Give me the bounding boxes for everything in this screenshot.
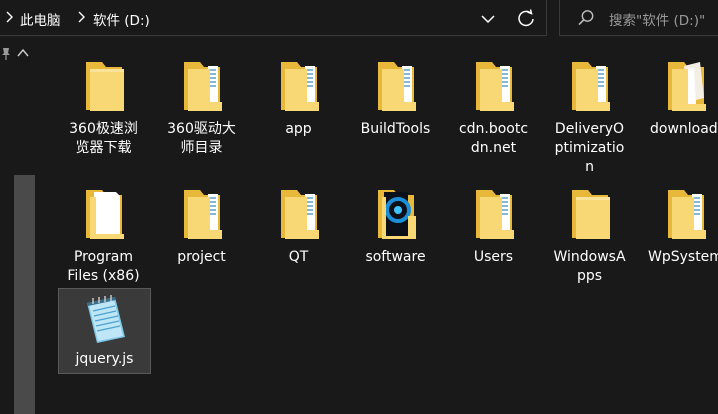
folder-item[interactable]: WpSystem: [638, 186, 718, 286]
item-label: app: [285, 121, 312, 137]
folder-with-files-icon: [377, 62, 416, 111]
item-label: Users: [473, 249, 514, 265]
folder-with-media-icon: [377, 190, 416, 239]
item-label: project: [177, 249, 226, 265]
folder-with-files-icon: [280, 190, 319, 239]
folder-with-white-page-icon: [85, 190, 124, 239]
folder-with-files-icon: [183, 190, 222, 239]
scrollbar-thumb[interactable]: [14, 175, 35, 414]
chevron-right-icon[interactable]: [2, 9, 18, 25]
folder-with-files-icon: [280, 62, 319, 111]
chevron-down-icon[interactable]: [477, 8, 499, 30]
folder-item[interactable]: download: [638, 58, 718, 158]
item-label: BuildTools: [360, 121, 431, 137]
folder-item[interactable]: 360极速浏 览器下载: [56, 58, 151, 158]
folder-item[interactable]: project: [154, 186, 249, 286]
folder-with-files-icon: [667, 190, 706, 239]
address-toolbar: 此电脑 软件 (D:) 搜索"软件 (D:)": [0, 0, 718, 37]
item-label: 360驱动大 师目录: [167, 121, 236, 156]
folder-item[interactable]: cdn.bootc dn.net: [446, 58, 541, 158]
folder-icon: [571, 190, 610, 239]
folder-with-files-icon: [571, 62, 610, 111]
chevron-up-icon[interactable]: [16, 47, 30, 59]
search-input[interactable]: 搜索"软件 (D:)": [609, 9, 705, 29]
item-label: download: [650, 121, 718, 137]
folder-item[interactable]: Users: [446, 186, 541, 286]
item-label: Program Files (x86): [67, 249, 140, 284]
folder-with-files-icon: [475, 190, 514, 239]
refresh-icon[interactable]: [514, 7, 538, 31]
item-label: WpSystem: [648, 249, 718, 265]
folder-item[interactable]: DeliveryO ptimizatio n: [542, 58, 637, 178]
item-label: WindowsA pps: [553, 249, 626, 284]
item-label: 360极速浏 览器下载: [69, 121, 138, 156]
folder-item[interactable]: app: [251, 58, 346, 158]
folder-item[interactable]: QT: [251, 186, 346, 286]
file-item-jquery[interactable]: jquery.js: [58, 288, 151, 374]
notepad-file-icon: [86, 295, 125, 343]
item-label: software: [365, 249, 426, 265]
item-label: cdn.bootc dn.net: [458, 121, 529, 156]
folder-item[interactable]: Program Files (x86): [56, 186, 151, 286]
folder-item[interactable]: WindowsA pps: [542, 186, 637, 286]
item-label: QT: [288, 249, 309, 265]
folder-icon: [85, 62, 124, 111]
folder-item[interactable]: 360驱动大 师目录: [154, 58, 249, 158]
search-icon[interactable]: [576, 8, 596, 28]
folder-with-files-icon: [183, 62, 222, 111]
item-label: jquery.js: [75, 351, 134, 367]
folder-item[interactable]: software: [348, 186, 443, 286]
pin-icon[interactable]: [0, 47, 12, 61]
breadcrumb-drive[interactable]: 软件 (D:): [93, 9, 150, 29]
folder-item[interactable]: BuildTools: [348, 58, 443, 158]
chevron-right-icon[interactable]: [74, 9, 90, 25]
folder-with-files-icon: [475, 62, 514, 111]
breadcrumb-this-pc[interactable]: 此电脑: [20, 9, 61, 29]
folder-with-documents-icon: [667, 62, 706, 111]
item-label: DeliveryO ptimizatio n: [554, 121, 625, 175]
